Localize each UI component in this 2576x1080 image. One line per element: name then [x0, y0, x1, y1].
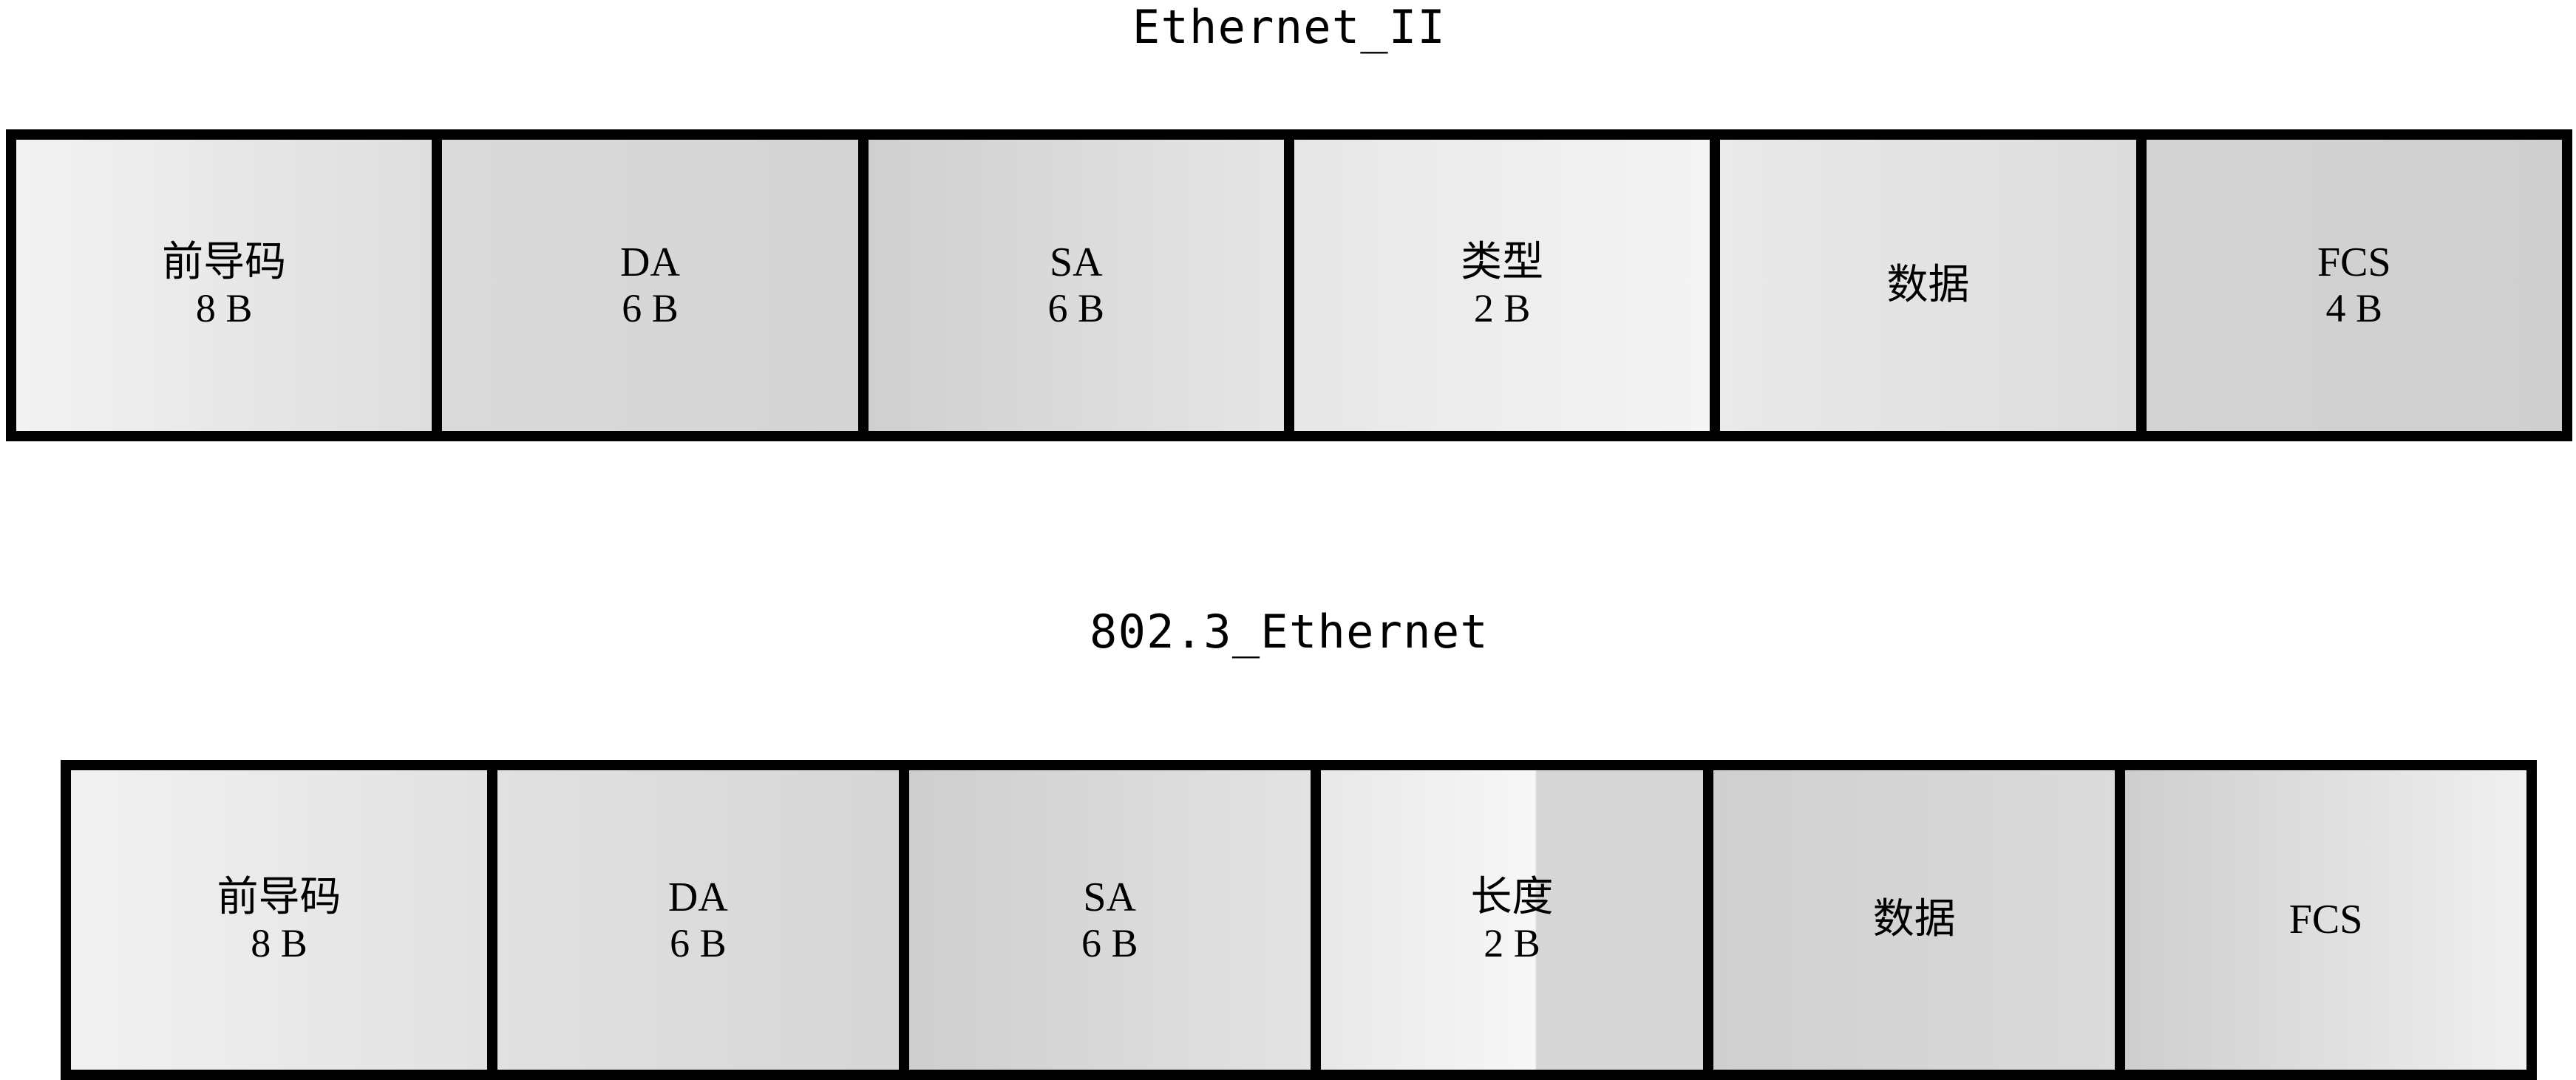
frame-field-cell: 数据 — [1713, 770, 2115, 1070]
field-label: 长度 — [1470, 874, 1554, 920]
frame-field-cell: DA 6 B — [442, 140, 858, 431]
field-label: 类型 — [1461, 240, 1544, 286]
field-size: 8 B — [251, 920, 307, 965]
field-label: 数据 — [1872, 897, 1956, 943]
frame-field-cell: 数据 — [1720, 140, 2136, 431]
field-size: 2 B — [1473, 286, 1531, 331]
field-label: 前导码 — [217, 874, 341, 920]
field-label: 数据 — [1886, 262, 1970, 308]
frame-field-cell: FCS — [2125, 770, 2527, 1070]
frame-field-cell: 长度 2 B — [1320, 770, 1704, 1070]
frame-title-ethernet-ii: Ethernet_II — [1132, 0, 1447, 54]
frame-field-cell: DA 6 B — [497, 770, 899, 1070]
field-size: 6 B — [670, 920, 727, 965]
field-label: DA — [667, 874, 728, 920]
frame-field-cell: 前导码 8 B — [71, 770, 487, 1070]
frame-ethernet-ii: 前导码 8 B DA 6 B SA 6 B 类型 2 B 数据 FCS 4 B — [6, 129, 2572, 441]
field-size: 6 B — [622, 286, 679, 331]
frame-field-cell: SA 6 B — [908, 770, 1311, 1070]
frame-field-cell: 前导码 8 B — [16, 140, 432, 431]
frame-title-802-3-ethernet: 802.3_Ethernet — [1090, 605, 1489, 659]
field-label: 前导码 — [162, 240, 287, 286]
frame-field-cell: 类型 2 B — [1294, 140, 1710, 431]
field-size: 2 B — [1484, 920, 1540, 965]
field-label: FCS — [2317, 240, 2391, 286]
frame-field-cell: SA 6 B — [868, 140, 1284, 431]
frame-802-3-ethernet: 前导码 8 B DA 6 B SA 6 B 长度 2 B 数据 FCS — [61, 760, 2537, 1080]
field-label: SA — [1050, 240, 1103, 286]
frame-field-cell: FCS 4 B — [2146, 140, 2562, 431]
field-label: FCS — [2288, 897, 2363, 943]
field-label: DA — [620, 240, 680, 286]
field-size: 6 B — [1047, 286, 1105, 331]
field-size: 4 B — [2325, 286, 2383, 331]
field-size: 6 B — [1081, 920, 1138, 965]
field-label: SA — [1083, 874, 1136, 920]
field-size: 8 B — [195, 286, 253, 331]
